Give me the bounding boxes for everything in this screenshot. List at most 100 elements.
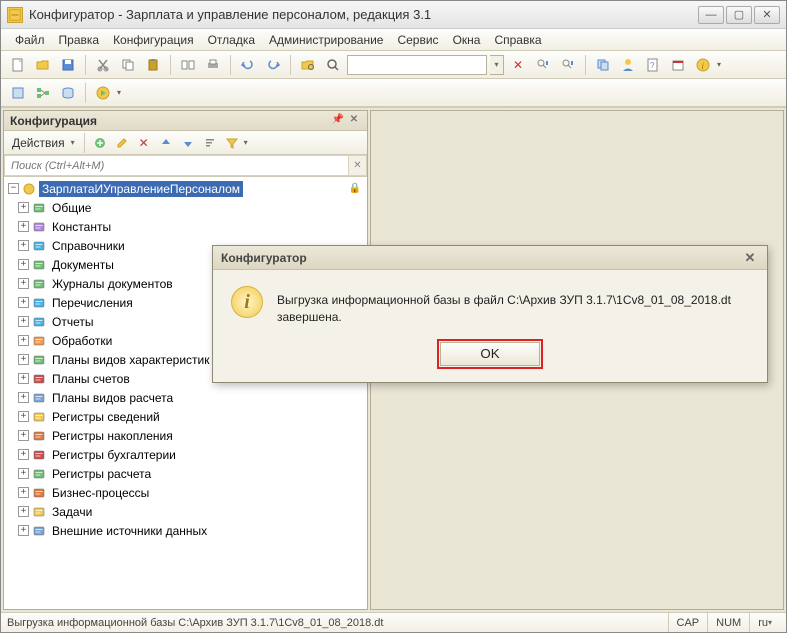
panel-title: Конфигурация: [10, 114, 97, 128]
tree-item-label: Справочники: [49, 238, 128, 254]
window-title: Конфигуратор - Зарплата и управление пер…: [29, 7, 692, 22]
expander-icon[interactable]: +: [18, 240, 29, 251]
tree-item-label: Регистры расчета: [49, 466, 154, 482]
menu-windows[interactable]: Окна: [447, 31, 487, 49]
expander-icon[interactable]: +: [18, 468, 29, 479]
save-icon[interactable]: [57, 54, 79, 76]
expander-icon[interactable]: +: [18, 278, 29, 289]
ok-button[interactable]: OK: [440, 342, 540, 366]
maximize-button[interactable]: ▢: [726, 6, 752, 24]
expander-icon[interactable]: +: [18, 297, 29, 308]
delete-icon[interactable]: ✕: [134, 133, 154, 153]
expander-icon[interactable]: +: [18, 221, 29, 232]
print-icon[interactable]: [202, 54, 224, 76]
actions-menu[interactable]: Действия: [8, 136, 69, 150]
open-icon[interactable]: [32, 54, 54, 76]
chart-calc-icon: [31, 390, 47, 406]
config-tree-icon[interactable]: [32, 82, 54, 104]
expander-icon[interactable]: +: [18, 449, 29, 460]
panel-search-clear-icon[interactable]: ✕: [349, 155, 367, 176]
calendar-icon[interactable]: [667, 54, 689, 76]
expander-icon[interactable]: +: [18, 259, 29, 270]
expander-icon[interactable]: +: [18, 525, 29, 536]
filter-icon[interactable]: [222, 133, 242, 153]
tree-item[interactable]: +Задачи: [4, 502, 367, 521]
tree-root-label: ЗарплатаИУправлениеПерсоналом: [39, 181, 243, 197]
expander-icon[interactable]: +: [18, 373, 29, 384]
info-reg-icon: [31, 409, 47, 425]
tree-item-label: Планы видов расчета: [49, 390, 176, 406]
menu-debug[interactable]: Отладка: [202, 31, 261, 49]
toolbar-search-input[interactable]: [347, 55, 487, 75]
minimize-button[interactable]: —: [698, 6, 724, 24]
tree-item-label: Регистры бухгалтерии: [49, 447, 179, 463]
panel-close-icon[interactable]: ✕: [347, 114, 361, 128]
clear-search-icon[interactable]: ✕: [507, 54, 529, 76]
sort-icon[interactable]: [200, 133, 220, 153]
find-folder-icon[interactable]: [297, 54, 319, 76]
panel-search-input[interactable]: [4, 155, 349, 176]
db-config-icon[interactable]: [57, 82, 79, 104]
menu-help[interactable]: Справка: [488, 31, 547, 49]
tree-root[interactable]: − ЗарплатаИУправлениеПерсоналом 🔒: [4, 179, 367, 198]
tree-item[interactable]: +Регистры накопления: [4, 426, 367, 445]
config-tree[interactable]: − ЗарплатаИУправлениеПерсоналом 🔒 +Общие…: [4, 177, 367, 609]
panel-header: Конфигурация 📌 ✕: [4, 111, 367, 131]
search-icon[interactable]: [322, 54, 344, 76]
menu-admin[interactable]: Администрирование: [263, 31, 389, 49]
dialog: Конфигуратор ✕ i Выгрузка информационной…: [212, 245, 768, 383]
tree-item[interactable]: + Планы видов расчета: [4, 388, 367, 407]
close-button[interactable]: ✕: [754, 6, 780, 24]
tree-item-label: Отчеты: [49, 314, 96, 330]
dialog-close-icon[interactable]: ✕: [741, 250, 759, 266]
expander-icon[interactable]: −: [8, 183, 19, 194]
cut-icon[interactable]: [92, 54, 114, 76]
redo-icon[interactable]: [262, 54, 284, 76]
move-up-icon[interactable]: [156, 133, 176, 153]
bp-icon: [31, 485, 47, 501]
panel-pin-icon[interactable]: 📌: [331, 114, 345, 128]
find-next-icon[interactable]: [557, 54, 579, 76]
open-config-icon[interactable]: [7, 82, 29, 104]
expander-icon[interactable]: +: [18, 354, 29, 365]
new-icon[interactable]: [7, 54, 29, 76]
paste-icon[interactable]: [142, 54, 164, 76]
copy-special-icon[interactable]: [592, 54, 614, 76]
tree-item[interactable]: +Константы: [4, 217, 367, 236]
tree-item[interactable]: +Бизнес-процессы: [4, 483, 367, 502]
acc-reg-icon: [31, 447, 47, 463]
find-prev-icon[interactable]: [532, 54, 554, 76]
tree-item[interactable]: +Внешние источники данных: [4, 521, 367, 540]
move-down-icon[interactable]: [178, 133, 198, 153]
expander-icon[interactable]: +: [18, 316, 29, 327]
dialog-titlebar[interactable]: Конфигуратор ✕: [213, 246, 767, 270]
expander-icon[interactable]: +: [18, 411, 29, 422]
menu-service[interactable]: Сервис: [391, 31, 444, 49]
expander-icon[interactable]: +: [18, 430, 29, 441]
undo-icon[interactable]: [237, 54, 259, 76]
user-icon[interactable]: [617, 54, 639, 76]
syntax-check-icon[interactable]: ?: [642, 54, 664, 76]
debug-start-icon[interactable]: [92, 82, 114, 104]
catalogs-icon: [31, 238, 47, 254]
tree-item[interactable]: + Регистры расчета: [4, 464, 367, 483]
menu-edit[interactable]: Правка: [53, 31, 106, 49]
expander-icon[interactable]: +: [18, 487, 29, 498]
tree-item[interactable]: + Регистры бухгалтерии: [4, 445, 367, 464]
search-dropdown[interactable]: ▾: [490, 55, 504, 75]
expander-icon[interactable]: +: [18, 506, 29, 517]
enums-icon: [31, 295, 47, 311]
menu-file[interactable]: Файл: [9, 31, 51, 49]
compare-icon[interactable]: [177, 54, 199, 76]
expander-icon[interactable]: +: [18, 202, 29, 213]
tree-item[interactable]: +Регистры сведений: [4, 407, 367, 426]
copy-icon[interactable]: [117, 54, 139, 76]
expander-icon[interactable]: +: [18, 335, 29, 346]
add-icon[interactable]: [90, 133, 110, 153]
expander-icon[interactable]: +: [18, 392, 29, 403]
tree-item[interactable]: +Общие: [4, 198, 367, 217]
info-icon[interactable]: i: [692, 54, 714, 76]
menu-config[interactable]: Конфигурация: [107, 31, 200, 49]
chart-acc-icon: [31, 371, 47, 387]
edit-icon[interactable]: [112, 133, 132, 153]
